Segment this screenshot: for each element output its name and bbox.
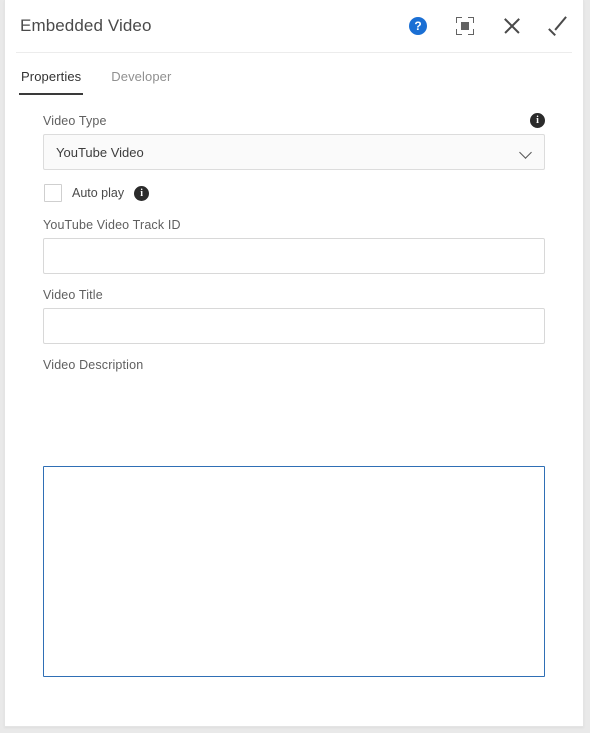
track-id-label: YouTube Video Track ID: [43, 218, 181, 232]
check-icon: [548, 16, 569, 36]
tab-developer[interactable]: Developer: [109, 69, 173, 95]
dialog-header: Embedded Video ?: [16, 0, 572, 53]
video-title-label: Video Title: [43, 288, 103, 302]
video-title-field: Video Title: [43, 288, 545, 344]
help-button[interactable]: ?: [407, 15, 429, 37]
video-type-select[interactable]: YouTube Video: [43, 134, 545, 170]
video-type-field: Video Type i YouTube Video: [43, 113, 545, 170]
tab-bar: Properties Developer: [16, 53, 572, 95]
video-description-editor[interactable]: [43, 466, 545, 677]
maximize-button[interactable]: [454, 15, 476, 37]
video-type-label-row: Video Type i: [43, 113, 545, 128]
video-title-input[interactable]: [43, 308, 545, 344]
page-title: Embedded Video: [20, 16, 152, 35]
video-title-label-row: Video Title: [43, 288, 545, 302]
close-button[interactable]: [501, 15, 523, 37]
info-icon[interactable]: i: [134, 185, 150, 201]
video-description-label: Video Description: [43, 358, 144, 372]
help-circle-icon: ?: [409, 17, 427, 35]
tab-properties[interactable]: Properties: [19, 69, 84, 95]
track-id-field: YouTube Video Track ID: [43, 218, 545, 274]
header-actions: ?: [407, 0, 570, 52]
embedded-video-dialog: Embedded Video ? Properties Developer Vi…: [4, 0, 584, 727]
maximize-icon: [456, 17, 474, 35]
video-description-label-row: Video Description: [43, 358, 545, 372]
chevron-down-icon: [519, 146, 532, 159]
auto-play-label: Auto play: [72, 186, 125, 200]
track-id-input[interactable]: [43, 238, 545, 274]
auto-play-field: Auto play i: [43, 184, 545, 202]
editor-spacer: [5, 378, 583, 466]
properties-form: Video Type i YouTube Video Auto play i Y…: [5, 95, 583, 372]
video-type-selected-value: YouTube Video: [56, 144, 144, 160]
info-icon[interactable]: i: [530, 113, 545, 128]
auto-play-checkbox[interactable]: [44, 184, 62, 202]
close-icon: [503, 17, 521, 35]
video-type-label: Video Type: [43, 113, 107, 128]
track-id-label-row: YouTube Video Track ID: [43, 218, 545, 232]
confirm-button[interactable]: [548, 15, 570, 37]
